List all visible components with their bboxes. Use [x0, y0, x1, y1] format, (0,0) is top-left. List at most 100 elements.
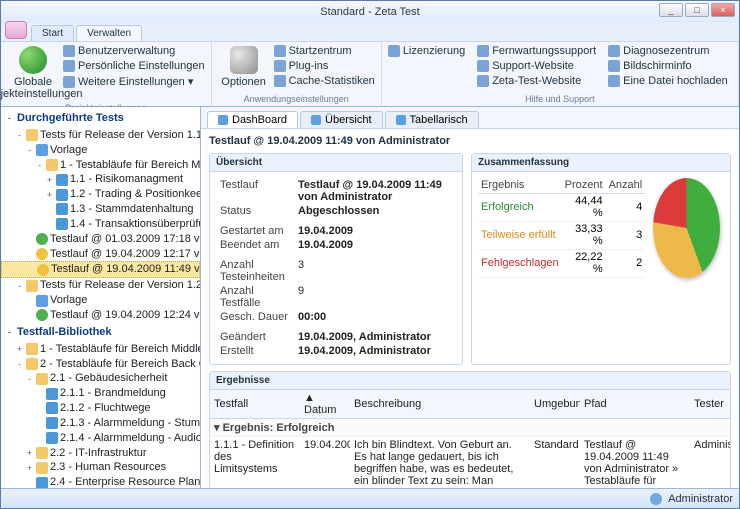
project-settings-button[interactable]: Globale Projekteinstellungen: [5, 44, 61, 102]
results-col-header[interactable]: Umgebung: [530, 390, 580, 419]
tree-node[interactable]: +1.1 - Risikomanagment: [1, 172, 200, 187]
tree-node[interactable]: Testlauf @ 19.04.2009 12:24 von Administ…: [1, 308, 200, 323]
user-status-icon: [650, 493, 662, 505]
results-col-header[interactable]: Testfall: [210, 390, 300, 419]
tree-node[interactable]: +2.3 - Human Resources: [1, 460, 200, 475]
fld-icon: [36, 447, 48, 459]
tree-node[interactable]: 2.1.4 - Alarmmeldung - Audiovisuell: [1, 431, 200, 446]
expand-toggle-icon[interactable]: -: [5, 112, 14, 124]
case-icon: [56, 203, 68, 215]
overview-value: 19.04.2009, Administrator: [294, 344, 456, 358]
tree-node[interactable]: 1.3 - Stammdatenhaltung: [1, 202, 200, 217]
run-g-icon: [36, 233, 48, 245]
expand-toggle-icon[interactable]: -: [5, 326, 14, 338]
tree-node-label: Durchgeführte Tests: [17, 111, 124, 126]
tree-node[interactable]: -1 - Testabläufe für Bereich Middle Offi…: [1, 158, 200, 173]
user-management-button[interactable]: Benutzerverwaltung: [61, 44, 207, 58]
results-col-header[interactable]: Pfad: [580, 390, 690, 419]
results-card: Ergebnisse Testfall▲ DatumBeschreibungUm…: [209, 371, 731, 488]
expand-toggle-icon[interactable]: -: [15, 280, 24, 292]
tab-verwalten[interactable]: Verwalten: [76, 25, 142, 41]
overview-card: Übersicht TestlaufTestlauf @ 19.04.2009 …: [209, 153, 463, 365]
summary-label: Erfolgreich: [478, 193, 562, 221]
tree-node[interactable]: -Tests für Release der Version 1.2: [1, 278, 200, 293]
expand-toggle-icon[interactable]: +: [45, 189, 54, 201]
tree-node[interactable]: -2 - Testabläufe für Bereich Back Office: [1, 357, 200, 372]
upload-file-button[interactable]: Eine Datei hochladen: [606, 74, 730, 88]
overview-value: 19.04.2009, Administrator: [294, 330, 456, 344]
tree-node[interactable]: -2.1 - Gebäudesicherheit: [1, 371, 200, 386]
main-tab-ubersicht[interactable]: Übersicht: [300, 111, 382, 128]
main-tab-dashboard[interactable]: DashBoard: [207, 111, 298, 128]
expand-toggle-icon[interactable]: +: [25, 462, 34, 474]
tree-node[interactable]: +2.2 - IT-Infrastruktur: [1, 446, 200, 461]
tree-node[interactable]: 2.4 - Enterprise Resource Planning - Fin…: [1, 475, 200, 488]
tree-node[interactable]: +1.2 - Trading & Positionkeeping: [1, 187, 200, 202]
tree-node[interactable]: Testlauf @ 01.03.2009 17:18 von Administ…: [1, 232, 200, 247]
tree-node[interactable]: -Tests für Release der Version 1.1: [1, 128, 200, 143]
tree-node-label: 1.1 - Risikomanagment: [70, 172, 183, 187]
tree-group-header[interactable]: -Durchgeführte Tests: [1, 109, 200, 128]
upload-icon: [608, 75, 620, 87]
summary-label: Teilweise erfüllt: [478, 221, 562, 249]
tree-group-header[interactable]: -Testfall-Bibliothek: [1, 323, 200, 342]
tab-start[interactable]: Start: [31, 25, 74, 41]
expand-toggle-icon[interactable]: +: [45, 174, 54, 186]
close-button[interactable]: ×: [711, 3, 735, 17]
window-title: Standard - Zeta Test: [320, 6, 419, 18]
tree-node-label: 1 - Testabläufe für Bereich Middle Offic…: [40, 342, 200, 357]
expand-toggle-icon[interactable]: -: [25, 373, 34, 385]
expand-toggle-icon[interactable]: +: [25, 447, 34, 459]
app-menu-orb[interactable]: [5, 21, 27, 39]
tree-node[interactable]: Testlauf @ 19.04.2009 11:49 von Administ…: [1, 261, 200, 278]
stats-icon: [274, 75, 286, 87]
tree-node-label: 1.2 - Trading & Positionkeeping: [70, 187, 200, 202]
minimize-button[interactable]: _: [659, 3, 683, 17]
tree-node[interactable]: Vorlage: [1, 293, 200, 308]
tree-node[interactable]: 2.1.2 - Fluchtwege: [1, 401, 200, 416]
table-row[interactable]: 1.1.1 - Definition des Limitsystems19.04…: [210, 437, 730, 489]
overview-label: Beendet am: [216, 238, 294, 252]
fld-icon: [26, 129, 38, 141]
overview-value: 9: [294, 284, 456, 310]
expand-toggle-icon[interactable]: -: [35, 159, 44, 171]
diagnose-center-button[interactable]: Diagnosezentrum: [606, 44, 730, 58]
summary-percent: 44,44 %: [562, 193, 606, 221]
support-website-button[interactable]: Support-Website: [475, 59, 598, 73]
screen-info-button[interactable]: Bildschirminfo: [606, 59, 730, 73]
expand-toggle-icon[interactable]: -: [15, 129, 24, 141]
tree-node[interactable]: 2.1.1 - Brandmeldung: [1, 386, 200, 401]
main-tab-tabellarisch[interactable]: Tabellarisch: [385, 111, 479, 128]
start-center-button[interactable]: Startzentrum: [272, 44, 377, 58]
results-col-header[interactable]: Beschreibung: [350, 390, 530, 419]
more-settings-button[interactable]: Weitere Einstellungen ▾: [61, 74, 207, 89]
run-g-icon: [36, 309, 48, 321]
web-icon: [477, 60, 489, 72]
results-col-header[interactable]: Tester: [690, 390, 730, 419]
tree-node[interactable]: 1.4 - Transaktionsüberprüfung: [1, 217, 200, 232]
zeta-test-website-button[interactable]: Zeta-Test-Website: [475, 74, 598, 88]
results-group-header[interactable]: ▾ Ergebnis: Erfolgreich: [210, 419, 730, 437]
expand-toggle-icon[interactable]: -: [15, 358, 24, 370]
tree-node[interactable]: 2.1.3 - Alarmmeldung - Stumm: [1, 416, 200, 431]
case-icon: [46, 417, 58, 429]
results-cell: Testlauf @ 19.04.2009 11:49 von Administ…: [580, 437, 690, 489]
personal-settings-button[interactable]: Persönliche Einstellungen: [61, 59, 207, 73]
maximize-button[interactable]: □: [685, 3, 709, 17]
tree-node-label: 2.1.1 - Brandmeldung: [60, 386, 166, 401]
options-button[interactable]: Optionen: [216, 44, 272, 93]
overview-value: 19.04.2009: [294, 238, 456, 252]
results-col-header[interactable]: ▲ Datum: [300, 390, 350, 419]
licensing-button[interactable]: Lizenzierung: [386, 44, 467, 58]
fld-icon: [26, 343, 38, 355]
plugins-button[interactable]: Plug-ins: [272, 59, 377, 73]
status-user[interactable]: Administrator: [668, 493, 733, 505]
expand-toggle-icon[interactable]: -: [25, 144, 34, 156]
remote-icon: [477, 45, 489, 57]
tree-node[interactable]: Testlauf @ 19.04.2009 12:17 von Administ…: [1, 247, 200, 262]
remote-support-button[interactable]: Fernwartungssupport: [475, 44, 598, 58]
tree-node[interactable]: -Vorlage: [1, 143, 200, 158]
expand-toggle-icon[interactable]: +: [15, 343, 24, 355]
cache-stats-button[interactable]: Cache-Statistiken: [272, 74, 377, 88]
tree-node[interactable]: +1 - Testabläufe für Bereich Middle Offi…: [1, 342, 200, 357]
